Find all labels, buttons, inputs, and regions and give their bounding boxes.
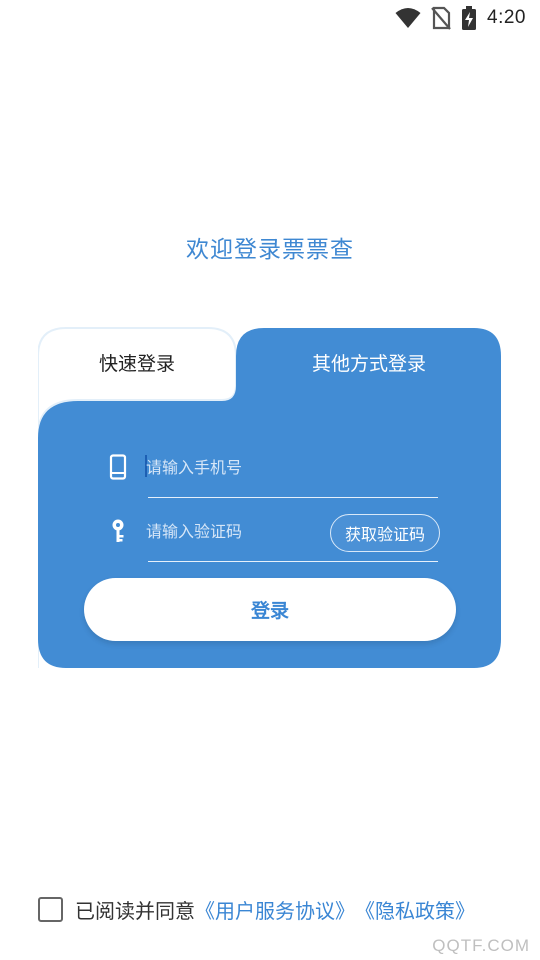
status-icons: 4:20 <box>395 5 526 31</box>
agreement-prefix: 已阅读并同意 <box>75 898 195 923</box>
user-agreement-link[interactable]: 《用户服务协议》 <box>195 895 355 924</box>
login-button[interactable]: 登录 <box>84 578 456 641</box>
verification-code-field: 获取验证码 <box>100 502 440 562</box>
phone-field <box>100 438 438 498</box>
agreement-row: 已阅读并同意 《用户服务协议》 《隐私政策》 <box>38 895 475 923</box>
key-icon <box>112 519 124 542</box>
get-code-button[interactable]: 获取验证码 <box>330 514 440 552</box>
privacy-policy-link[interactable]: 《隐私政策》 <box>355 895 475 924</box>
tab-other-login[interactable]: 其他方式登录 <box>236 326 502 398</box>
status-time: 4:20 <box>487 7 526 28</box>
watermark: QQTF.COM <box>432 936 530 955</box>
wifi-icon <box>395 8 421 28</box>
phone-underline <box>148 497 438 498</box>
welcome-title: 欢迎登录票票查 <box>186 237 354 263</box>
phone-input[interactable] <box>146 452 346 482</box>
tab-quick-login[interactable]: 快速登录 <box>38 326 236 398</box>
no-sim-icon <box>431 6 451 30</box>
battery-charging-icon <box>462 6 477 30</box>
agreement-checkbox[interactable] <box>38 896 63 922</box>
status-bar: 4:20 <box>0 0 540 36</box>
code-underline <box>148 561 438 562</box>
verification-code-input[interactable] <box>146 516 346 546</box>
phone-icon <box>109 454 127 480</box>
login-card: 快速登录 其他方式登录 获取验证码 登录 <box>38 326 502 669</box>
